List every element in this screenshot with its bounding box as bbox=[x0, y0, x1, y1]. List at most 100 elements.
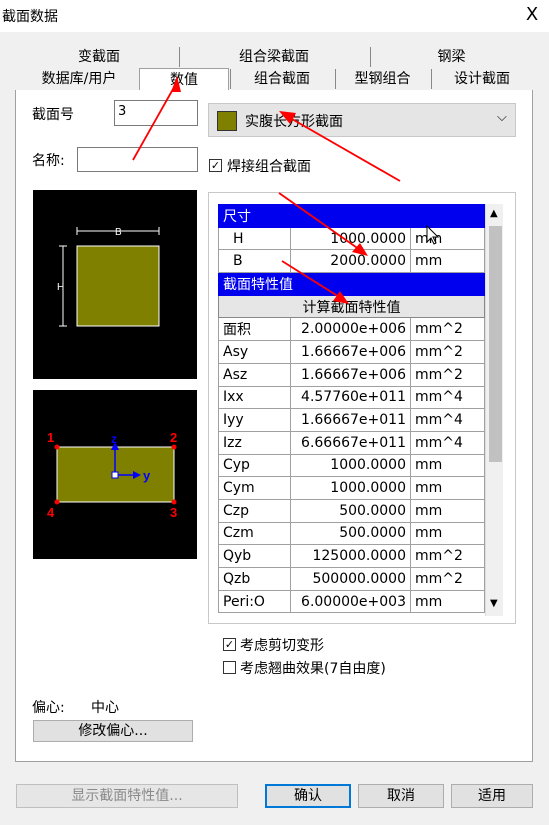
section-type-select[interactable]: 实腹长方形截面 ⌵ bbox=[208, 103, 516, 137]
centroid-marker bbox=[111, 471, 119, 479]
apply-button[interactable]: 适用 bbox=[451, 784, 533, 808]
prop-row: Czp 500.0000 mm bbox=[218, 498, 486, 523]
name-input[interactable] bbox=[77, 147, 198, 172]
tab-separator bbox=[431, 69, 432, 89]
scroll-down-icon[interactable]: ▼ bbox=[490, 598, 498, 609]
weld-check-label: 焊接组合截面 bbox=[227, 159, 311, 175]
section-diagram: B H bbox=[33, 190, 197, 379]
props-header: 截面特性值 bbox=[217, 272, 486, 296]
tab-row1-0[interactable]: 变截面 bbox=[20, 48, 178, 66]
tab-row2-0[interactable]: 数据库/用户 bbox=[20, 70, 138, 88]
prop-value: 1.66667e+011 bbox=[290, 408, 411, 432]
cancel-button[interactable]: 取消 bbox=[358, 784, 444, 808]
prop-name: Qyb bbox=[218, 544, 291, 568]
prop-row: Cym 1000.0000 mm bbox=[218, 476, 486, 500]
scroll-thumb[interactable] bbox=[489, 226, 502, 462]
prop-value: 500.0000 bbox=[290, 498, 411, 523]
modify-eccentric-button[interactable]: 修改偏心... bbox=[33, 720, 193, 742]
dim-b-label: B bbox=[115, 227, 122, 238]
section-no-label: 截面号 bbox=[32, 107, 74, 123]
prop-row: Asy 1.66667e+006 mm^2 bbox=[218, 340, 486, 364]
tab-row2-3[interactable]: 型钢组合 bbox=[335, 70, 430, 88]
props-header-row: 截面特性值 bbox=[217, 272, 486, 296]
warp-checkbox[interactable] bbox=[223, 661, 236, 674]
prop-name: Asz bbox=[218, 362, 291, 387]
dim-value[interactable]: 1000.0000 bbox=[290, 226, 411, 251]
dims-header-row: 尺寸 bbox=[217, 204, 486, 228]
prop-value: 1000.0000 bbox=[290, 453, 411, 478]
shear-checkbox[interactable]: ✓ bbox=[223, 638, 236, 651]
prop-unit: mm^2 bbox=[409, 340, 486, 364]
prop-unit: mm bbox=[409, 589, 486, 614]
eccentric-value: 中心 bbox=[91, 700, 119, 716]
section-color-swatch bbox=[217, 111, 237, 131]
prop-value: 6.66667e+011 bbox=[290, 430, 411, 455]
prop-value: 6.00000e+003 bbox=[290, 589, 411, 614]
axis-diagram-svg: 1 2 3 4 z y bbox=[47, 430, 177, 520]
prop-unit: mm^4 bbox=[409, 430, 486, 455]
section-type-text: 实腹长方形截面 bbox=[245, 114, 343, 130]
prop-unit: mm bbox=[409, 453, 486, 478]
prop-value: 1.66667e+006 bbox=[290, 340, 411, 364]
corner-label-3: 3 bbox=[170, 505, 177, 520]
dim-row: H 1000.0000 mm bbox=[218, 226, 486, 251]
dim-unit: mm bbox=[409, 226, 486, 251]
prop-name: Asy bbox=[218, 340, 291, 364]
corner-point bbox=[54, 444, 60, 450]
prop-value: 500.0000 bbox=[290, 521, 411, 546]
tab-row1-2[interactable]: 钢梁 bbox=[370, 48, 533, 66]
tab-separator bbox=[370, 47, 371, 67]
close-icon[interactable]: X bbox=[522, 4, 542, 25]
corner-label-2: 2 bbox=[170, 430, 177, 445]
dim-unit: mm bbox=[409, 249, 486, 274]
tab-row2-4[interactable]: 设计截面 bbox=[431, 70, 533, 88]
calc-row: 计算截面特性值 bbox=[217, 294, 486, 319]
prop-row: Czm 500.0000 mm bbox=[218, 521, 486, 546]
prop-name: Czp bbox=[218, 498, 291, 523]
prop-value: 2.00000e+006 bbox=[290, 317, 411, 342]
show-props-button[interactable]: 显示截面特性值... bbox=[16, 784, 238, 808]
grid-scrollbar[interactable]: ▲ ▼ bbox=[485, 204, 503, 616]
dim-name: H bbox=[218, 226, 291, 251]
tab-row2-2[interactable]: 组合截面 bbox=[230, 70, 334, 88]
prop-unit: mm^2 bbox=[409, 362, 486, 387]
prop-unit: mm^4 bbox=[409, 385, 486, 410]
tab-row1-1[interactable]: 组合梁截面 bbox=[179, 48, 369, 66]
chevron-down-icon: ⌵ bbox=[497, 110, 507, 125]
section-no-input[interactable]: 3 bbox=[114, 100, 198, 126]
shear-label: 考虑剪切变形 bbox=[240, 638, 324, 654]
axis-z-label: z bbox=[111, 432, 117, 446]
corner-label-4: 4 bbox=[47, 505, 55, 520]
dim-row: B 2000.0000 mm bbox=[218, 249, 486, 274]
prop-row: Izz 6.66667e+011 mm^4 bbox=[218, 430, 486, 455]
dim-value[interactable]: 2000.0000 bbox=[290, 249, 411, 274]
property-grid: 尺寸 H 1000.0000 mm B 2000.0000 mm 截面特性值 计算截面特性值 面积… bbox=[217, 204, 486, 614]
tab-row2-1[interactable]: 数值 bbox=[139, 68, 229, 92]
prop-unit: mm^2 bbox=[409, 317, 486, 342]
corner-point bbox=[54, 499, 60, 505]
prop-row: Asz 1.66667e+006 mm^2 bbox=[218, 362, 486, 387]
prop-row: Peri:O 6.00000e+003 mm bbox=[218, 589, 486, 614]
prop-unit: mm^4 bbox=[409, 408, 486, 432]
corner-label-1: 1 bbox=[47, 430, 54, 445]
prop-value: 1.66667e+006 bbox=[290, 362, 411, 387]
dims-header: 尺寸 bbox=[217, 204, 486, 228]
prop-value: 1000.0000 bbox=[290, 476, 411, 500]
scroll-up-icon[interactable]: ▲ bbox=[490, 208, 498, 219]
section-rect bbox=[76, 245, 160, 327]
eccentric-label: 偏心: bbox=[32, 700, 65, 716]
prop-row: Ixx 4.57760e+011 mm^4 bbox=[218, 385, 486, 410]
calc-props-button[interactable]: 计算截面特性值 bbox=[217, 294, 486, 319]
ok-button[interactable]: 确认 bbox=[265, 784, 351, 808]
prop-value: 125000.0000 bbox=[290, 544, 411, 568]
corner-point bbox=[171, 499, 177, 505]
prop-row: Qyb 125000.0000 mm^2 bbox=[218, 544, 486, 568]
tab-separator bbox=[179, 47, 180, 67]
window-title: 截面数据 bbox=[2, 9, 58, 25]
prop-value: 4.57760e+011 bbox=[290, 385, 411, 410]
warp-label: 考虑翘曲效果(7自由度) bbox=[240, 661, 386, 677]
dim-name: B bbox=[218, 249, 291, 274]
prop-unit: mm bbox=[409, 521, 486, 546]
weld-checkbox[interactable]: ✓ bbox=[209, 159, 222, 172]
prop-name: Ixx bbox=[218, 385, 291, 410]
